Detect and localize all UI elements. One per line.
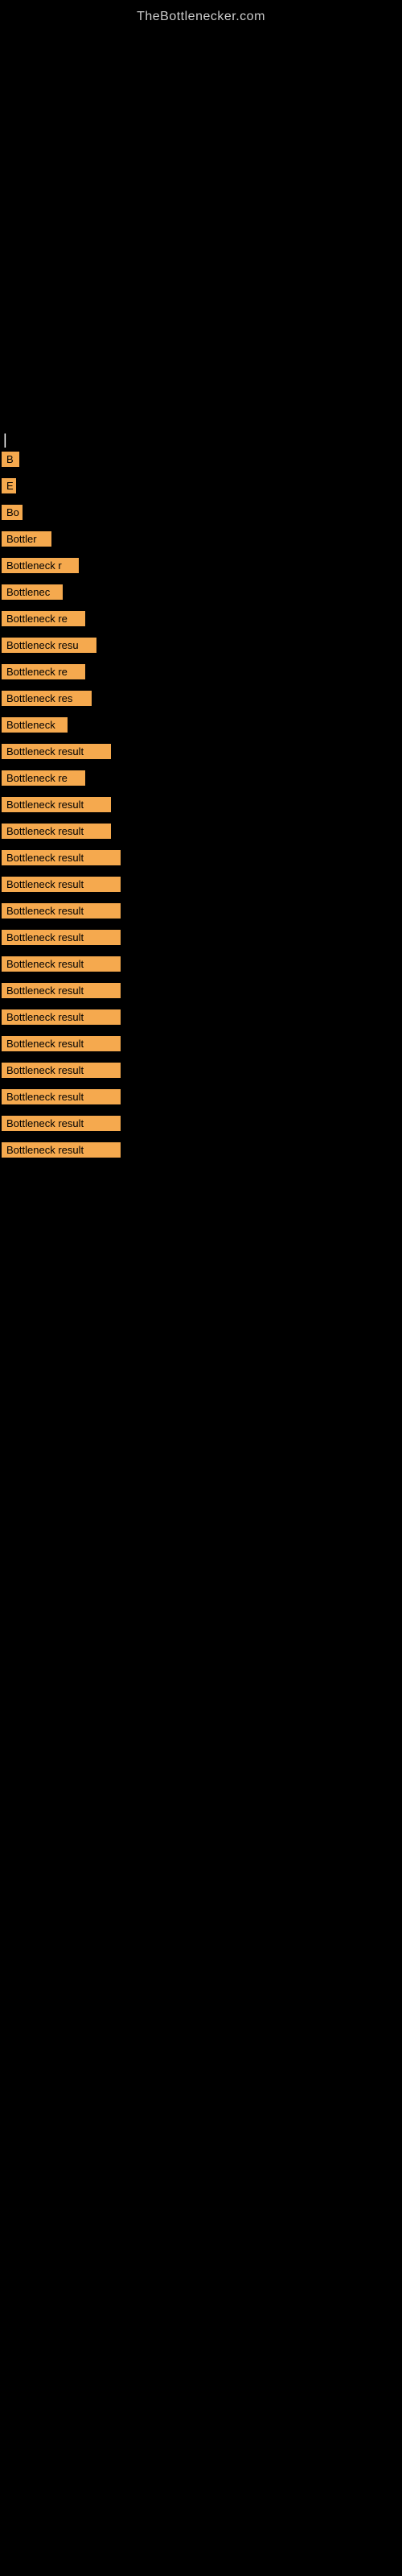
- result-row[interactable]: Bottleneck re: [0, 664, 402, 679]
- bottleneck-result-label[interactable]: Bottleneck re: [2, 611, 85, 626]
- result-row[interactable]: Bottleneck result: [0, 983, 402, 998]
- bottleneck-result-label[interactable]: Bottleneck result: [2, 1089, 121, 1104]
- bottleneck-result-label[interactable]: Bottleneck: [2, 717, 68, 733]
- bottleneck-result-label[interactable]: Bottleneck result: [2, 1116, 121, 1131]
- result-row[interactable]: Bottleneck result: [0, 877, 402, 892]
- result-row[interactable]: Bottleneck re: [0, 611, 402, 626]
- result-row[interactable]: Bottleneck re: [0, 770, 402, 786]
- result-row[interactable]: Bottleneck result: [0, 824, 402, 839]
- bottleneck-result-label[interactable]: Bottleneck re: [2, 770, 85, 786]
- bottleneck-result-label[interactable]: B: [2, 452, 19, 467]
- bottleneck-result-label[interactable]: Bottleneck result: [2, 1036, 121, 1051]
- bottleneck-result-label[interactable]: Bottleneck result: [2, 983, 121, 998]
- bottleneck-result-label[interactable]: Bо: [2, 505, 23, 520]
- result-row[interactable]: Bottleneck result: [0, 744, 402, 759]
- result-row[interactable]: Bottleneck result: [0, 1089, 402, 1104]
- bottleneck-result-label[interactable]: Bottleneck result: [2, 850, 121, 865]
- bottleneck-result-label[interactable]: Bottleneck result: [2, 824, 111, 839]
- bottleneck-result-label[interactable]: Bottleneck result: [2, 744, 111, 759]
- bottleneck-result-label[interactable]: Bottleneck result: [2, 877, 121, 892]
- result-row[interactable]: Bottleneck resu: [0, 638, 402, 653]
- bottleneck-result-label[interactable]: Bottleneck result: [2, 797, 111, 812]
- bottleneck-result-label[interactable]: Bottleneck resu: [2, 638, 96, 653]
- bottleneck-result-label[interactable]: Bottleneck result: [2, 956, 121, 972]
- bottleneck-result-label[interactable]: Bottlenec: [2, 584, 63, 600]
- result-row[interactable]: Bottleneck result: [0, 1116, 402, 1131]
- result-row[interactable]: Bottleneck result: [0, 797, 402, 812]
- bottleneck-result-label[interactable]: Bottleneck re: [2, 664, 85, 679]
- bottleneck-result-label[interactable]: Bottleneck result: [2, 930, 121, 945]
- result-row[interactable]: Bottleneck res: [0, 691, 402, 706]
- result-row[interactable]: E: [0, 478, 402, 493]
- result-row[interactable]: Bottleneck result: [0, 850, 402, 865]
- bottleneck-result-label[interactable]: E: [2, 478, 16, 493]
- bottleneck-result-label[interactable]: Bottleneck res: [2, 691, 92, 706]
- result-row[interactable]: Bottleneck result: [0, 956, 402, 972]
- result-row[interactable]: Bottleneck: [0, 717, 402, 733]
- result-row[interactable]: Bottleneck result: [0, 1142, 402, 1158]
- top-section: [0, 31, 402, 417]
- cursor: |: [0, 425, 402, 452]
- result-row[interactable]: Bottleneck result: [0, 1063, 402, 1078]
- result-row[interactable]: Bо: [0, 505, 402, 520]
- bottleneck-result-label[interactable]: Bottler: [2, 531, 51, 547]
- bottleneck-result-label[interactable]: Bottleneck result: [2, 1142, 121, 1158]
- result-row[interactable]: Bottler: [0, 531, 402, 547]
- result-row[interactable]: Bottleneck result: [0, 1036, 402, 1051]
- results-section: | BE Bо Bottler Bottleneck r Bottlenec Bottle…: [0, 417, 402, 1177]
- site-title: TheBottlenecker.com: [0, 0, 402, 31]
- result-row[interactable]: B: [0, 452, 402, 467]
- result-row[interactable]: Bottleneck result: [0, 1009, 402, 1025]
- bottleneck-result-label[interactable]: Bottleneck result: [2, 1063, 121, 1078]
- result-row[interactable]: Bottleneck r: [0, 558, 402, 573]
- bottleneck-result-label[interactable]: Bottleneck result: [2, 1009, 121, 1025]
- result-row[interactable]: Bottleneck result: [0, 903, 402, 919]
- bottleneck-result-label[interactable]: Bottleneck result: [2, 903, 121, 919]
- bottleneck-result-label[interactable]: Bottleneck r: [2, 558, 79, 573]
- result-row[interactable]: Bottleneck result: [0, 930, 402, 945]
- result-row[interactable]: Bottlenec: [0, 584, 402, 600]
